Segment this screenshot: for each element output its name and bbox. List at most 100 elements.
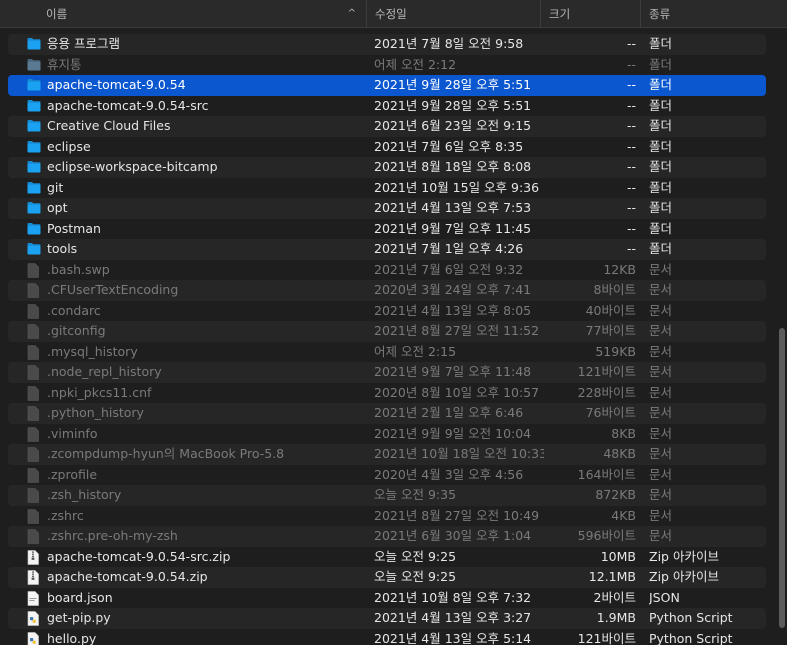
file-modified-date: 오늘 오전 9:25 — [374, 569, 457, 584]
file-modified-date: 2020년 4월 3일 오후 4:56 — [374, 466, 524, 482]
python-file-icon — [27, 611, 41, 626]
file-row[interactable]: eclipse-workspace-bitcamp 2021년 8월 18일 오후… — [8, 157, 766, 178]
column-header-name[interactable]: 이름 ^ — [0, 0, 366, 28]
file-modified-date: 2020년 8월 10일 오후 10:57 — [374, 384, 540, 400]
file-name: .viminfo — [47, 425, 98, 441]
file-name: .bash.swp — [47, 261, 110, 277]
file-size: 8KB — [611, 425, 636, 441]
file-row[interactable]: apache-tomcat-9.0.54.zip 오늘 오전 9:25 12.1MB… — [8, 567, 766, 588]
file-row[interactable]: board.json 2021년 10월 8일 오후 7:32 2바이트 JSON — [8, 588, 766, 609]
file-row[interactable]: eclipse 2021년 7월 6일 오후 8:35 -- 폴더 — [8, 137, 766, 158]
file-row[interactable]: apache-tomcat-9.0.54-src 2021년 9월 28일 오후 … — [8, 96, 766, 117]
folder-icon — [27, 78, 41, 92]
file-name: board.json — [47, 589, 113, 605]
file-modified-date: 2021년 4월 13일 오후 3:27 — [374, 610, 532, 625]
file-modified-date: 2021년 8월 18일 오후 8:08 — [374, 159, 532, 174]
file-modified-date: 2021년 7월 6일 오전 9:32 — [374, 261, 524, 277]
file-row[interactable]: .zcompdump-hyun의 MacBook Pro-5.8 2021년 10… — [8, 444, 766, 465]
folder-icon — [27, 140, 41, 154]
file-row[interactable]: .mysql_history 어제 오전 2:15 519KB 문서 — [8, 342, 766, 363]
file-name: .zprofile — [47, 466, 98, 482]
file-row[interactable]: .gitconfig 2021년 8월 27일 오전 11:52 77바이트 문서 — [8, 321, 766, 342]
file-row[interactable]: .zshrc 2021년 8월 27일 오전 10:49 4KB 문서 — [8, 506, 766, 527]
file-modified-date: 2021년 6월 30일 오후 1:04 — [374, 528, 532, 543]
file-row[interactable]: tools 2021년 7월 1일 오후 4:26 -- 폴더 — [8, 239, 766, 260]
file-size: 1.9MB — [596, 610, 636, 625]
file-row[interactable]: opt 2021년 4월 13일 오후 7:53 -- 폴더 — [8, 198, 766, 219]
file-kind: 폴더 — [649, 179, 673, 195]
file-row[interactable]: get-pip.py 2021년 4월 13일 오후 3:27 1.9MB Pytho… — [8, 608, 766, 629]
file-modified-date: 2021년 4월 13일 오후 5:14 — [374, 630, 532, 645]
file-row[interactable]: Postman 2021년 9월 7일 오후 11:45 -- 폴더 — [8, 219, 766, 240]
file-name: .mysql_history — [47, 343, 138, 359]
file-row[interactable]: .condarc 2021년 4월 13일 오후 8:05 40바이트 문서 — [8, 301, 766, 322]
folder-icon — [27, 242, 41, 256]
file-size: -- — [626, 138, 636, 154]
file-name: .zshrc — [47, 507, 84, 523]
file-name: apache-tomcat-9.0.54 — [47, 77, 186, 92]
file-modified-date: 2021년 7월 8일 오전 9:58 — [374, 36, 524, 51]
file-kind: 문서 — [649, 528, 673, 543]
document-icon — [27, 529, 41, 544]
file-size: 12KB — [603, 261, 636, 277]
folder-icon — [27, 37, 41, 51]
file-list: 응용 프로그램 2021년 7월 8일 오전 9:58 -- 폴더 휴지통 어제 오전 2… — [8, 34, 766, 645]
file-row[interactable]: apache-tomcat-9.0.54-src.zip 오늘 오전 9:25 10… — [8, 547, 766, 568]
vertical-scrollbar[interactable] — [777, 28, 787, 645]
file-row[interactable]: .CFUserTextEncoding 2020년 3월 24일 오후 7:41 8… — [8, 280, 766, 301]
file-row[interactable]: .python_history 2021년 2월 1일 오후 6:46 76바이트 문… — [8, 403, 766, 424]
column-header-size[interactable]: 크기 — [540, 0, 640, 28]
column-header-date[interactable]: 수정일 — [366, 0, 540, 28]
finder-window: 이름 ^ 수정일 크기 종류 응용 프로그램 2021년 7월 8일 오전 9:5… — [0, 0, 787, 645]
file-name: .zshrc.pre-oh-my-zsh — [47, 528, 178, 543]
folder-icon — [27, 222, 41, 236]
file-size: -- — [626, 36, 636, 51]
file-row[interactable]: .bash.swp 2021년 7월 6일 오전 9:32 12KB 문서 — [8, 260, 766, 281]
file-kind: 문서 — [649, 446, 673, 461]
document-icon — [27, 283, 41, 298]
file-kind: 문서 — [649, 364, 673, 379]
file-modified-date: 2021년 10월 8일 오후 7:32 — [374, 589, 532, 605]
file-name: hello.py — [47, 630, 97, 645]
document-icon — [27, 406, 41, 421]
column-header-kind[interactable]: 종류 — [640, 0, 787, 28]
file-size: -- — [626, 77, 636, 92]
file-kind: Python Script — [649, 630, 733, 645]
file-row[interactable]: .node_repl_history 2021년 9월 7일 오후 11:48 12… — [8, 362, 766, 383]
scrollbar-thumb[interactable] — [779, 328, 785, 628]
file-row[interactable]: .zsh_history 오늘 오전 9:35 872KB 문서 — [8, 485, 766, 506]
file-name: .zcompdump-hyun의 MacBook Pro-5.8 — [47, 446, 285, 461]
file-row[interactable]: git 2021년 10월 15일 오후 9:36 -- 폴더 — [8, 178, 766, 199]
file-kind: 폴더 — [649, 36, 673, 51]
file-size: 76바이트 — [585, 405, 636, 420]
file-size: 48KB — [603, 446, 636, 461]
file-kind: 문서 — [649, 487, 673, 502]
file-kind: Python Script — [649, 610, 733, 625]
file-row[interactable]: .npki_pkcs11.cnf 2020년 8월 10일 오후 10:57 228… — [8, 383, 766, 404]
file-name: .CFUserTextEncoding — [47, 282, 179, 297]
document-icon — [27, 262, 41, 278]
file-modified-date: 2021년 7월 1일 오후 4:26 — [374, 241, 524, 256]
file-row[interactable]: Creative Cloud Files 2021년 6월 23일 오전 9:15… — [8, 116, 766, 137]
file-row[interactable]: .zshrc.pre-oh-my-zsh 2021년 6월 30일 오후 1:04… — [8, 526, 766, 547]
file-row[interactable]: .viminfo 2021년 9월 9일 오전 10:04 8KB 문서 — [8, 424, 766, 445]
file-row[interactable]: hello.py 2021년 4월 13일 오후 5:14 121바이트 Python… — [8, 629, 766, 645]
file-row[interactable]: apache-tomcat-9.0.54 2021년 9월 28일 오후 5:51… — [8, 75, 766, 96]
document-icon — [27, 385, 41, 401]
file-row[interactable]: 휴지통 어제 오전 2:12 -- 폴더 — [8, 55, 766, 76]
sort-ascending-icon: ^ — [347, 8, 356, 19]
file-size: 77바이트 — [585, 323, 636, 338]
file-modified-date: 2021년 9월 9일 오전 10:04 — [374, 425, 532, 441]
document-icon — [27, 508, 41, 524]
file-kind: 폴더 — [649, 138, 673, 154]
file-row[interactable]: .zprofile 2020년 4월 3일 오후 4:56 164바이트 문서 — [8, 465, 766, 486]
file-kind: 폴더 — [649, 241, 673, 256]
file-modified-date: 오늘 오전 9:35 — [374, 487, 457, 502]
file-size: -- — [626, 56, 636, 72]
file-size: -- — [626, 200, 636, 215]
file-kind: 폴더 — [649, 56, 673, 72]
file-size: 4KB — [611, 507, 636, 523]
file-row[interactable]: 응용 프로그램 2021년 7월 8일 오전 9:58 -- 폴더 — [8, 34, 766, 55]
file-modified-date: 2021년 9월 7일 오후 11:45 — [374, 220, 532, 236]
file-kind: Zip 아카이브 — [649, 569, 719, 584]
